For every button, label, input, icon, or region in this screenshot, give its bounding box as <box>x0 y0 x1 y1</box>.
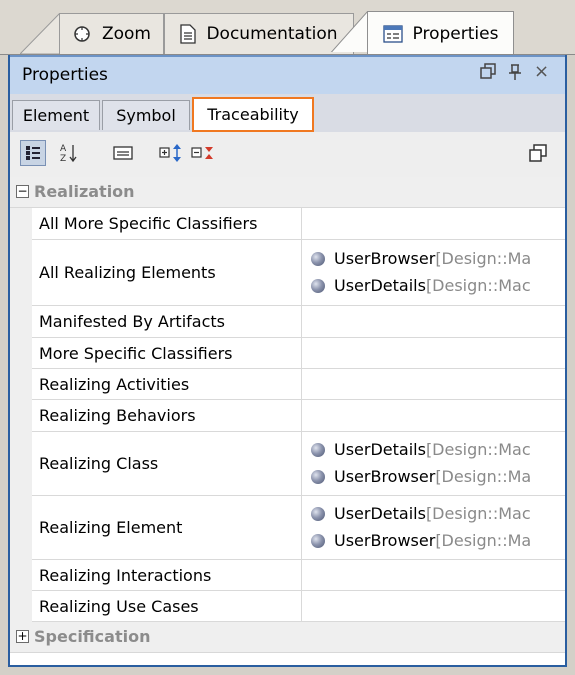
property-row[interactable]: Realizing Element UserDetails [Design::M… <box>32 496 565 560</box>
value-item[interactable]: UserDetails [Design::Mac <box>311 276 531 295</box>
tab-documentation-label: Documentation <box>206 24 338 44</box>
property-name: All Realizing Elements <box>32 240 302 305</box>
property-value[interactable]: UserDetails [Design::Mac UserBrowser [De… <box>303 432 565 495</box>
description-toggle-icon[interactable] <box>110 140 136 166</box>
property-name: Realizing Activities <box>32 369 302 399</box>
property-name: Realizing Class <box>32 432 302 495</box>
tab-zoom-label: Zoom <box>101 24 151 44</box>
tab-edge-decoration <box>20 13 60 54</box>
restore-icon[interactable] <box>480 63 496 84</box>
property-name: Realizing Element <box>32 496 302 559</box>
property-row[interactable]: Realizing Behaviors <box>32 400 565 432</box>
zoom-icon <box>72 24 92 44</box>
property-name: All More Specific Classifiers <box>32 208 302 239</box>
class-icon <box>311 506 325 521</box>
panel-title: Properties <box>22 65 108 85</box>
property-row[interactable]: Realizing Interactions <box>32 560 565 591</box>
class-icon <box>311 469 325 484</box>
property-row[interactable]: All More Specific Classifiers <box>32 208 565 240</box>
value-name: UserBrowser <box>334 467 436 486</box>
property-value[interactable] <box>303 338 565 368</box>
value-path: [Design::Mac <box>425 276 531 295</box>
value-path: [Design::Ma <box>435 467 532 486</box>
subtab-symbol[interactable]: Symbol <box>102 100 190 130</box>
property-row[interactable]: Realizing Activities <box>32 369 565 400</box>
document-icon <box>180 24 197 44</box>
property-value[interactable]: UserDetails [Design::Mac UserBrowser [De… <box>303 496 565 559</box>
property-value[interactable] <box>303 400 565 431</box>
group-realization-label: Realization <box>34 182 135 201</box>
grid-indent-strip <box>10 208 32 650</box>
value-item[interactable]: UserBrowser [Design::Ma <box>311 249 531 268</box>
close-icon[interactable]: × <box>534 61 549 82</box>
value-name: UserBrowser <box>334 531 436 550</box>
property-name: Manifested By Artifacts <box>32 306 302 337</box>
value-item[interactable]: UserDetails [Design::Mac <box>311 440 531 459</box>
value-path: [Design::Mac <box>425 504 531 523</box>
pin-icon[interactable] <box>508 63 522 86</box>
svg-text:A: A <box>60 144 67 154</box>
properties-panel: Properties × Element Symbol Traceability… <box>8 55 567 667</box>
value-name: UserDetails <box>334 276 426 295</box>
sort-alphabetical-icon[interactable]: AZ <box>56 140 82 166</box>
property-row[interactable]: Manifested By Artifacts <box>32 306 565 338</box>
properties-toolbar: AZ <box>10 132 565 178</box>
active-tab-edge-decoration <box>330 11 368 52</box>
property-row[interactable]: All Realizing Elements UserBrowser [Desi… <box>32 240 565 306</box>
group-realization[interactable]: − Realization <box>10 177 565 208</box>
window-tab-bar: Zoom Documentation Properties <box>0 0 575 56</box>
property-name: Realizing Interactions <box>32 560 302 590</box>
property-value[interactable] <box>303 306 565 337</box>
class-icon <box>311 442 325 457</box>
subtab-bar: Element Symbol Traceability <box>10 94 565 133</box>
property-row[interactable]: More Specific Classifiers <box>32 338 565 369</box>
class-icon <box>311 278 325 293</box>
expand-all-icon[interactable] <box>158 140 184 166</box>
value-name: UserDetails <box>334 504 426 523</box>
properties-icon <box>382 25 403 43</box>
property-row[interactable]: Realizing Use Cases <box>32 591 565 622</box>
expand-icon[interactable]: + <box>16 630 29 643</box>
tab-documentation[interactable]: Documentation <box>164 13 354 54</box>
class-icon <box>311 251 325 266</box>
new-window-icon[interactable] <box>525 140 551 166</box>
value-path: [Design::Ma <box>435 249 532 268</box>
value-path: [Design::Mac <box>425 440 531 459</box>
property-row[interactable]: Realizing Class UserDetails [Design::Mac… <box>32 432 565 496</box>
tab-zoom[interactable]: Zoom <box>59 13 164 54</box>
group-specification[interactable]: + Specification <box>10 622 565 653</box>
panel-title-bar: Properties × <box>10 55 565 94</box>
group-specification-label: Specification <box>34 627 151 646</box>
property-value[interactable]: UserBrowser [Design::Ma UserDetails [Des… <box>303 240 565 305</box>
value-path: [Design::Ma <box>435 531 532 550</box>
value-item[interactable]: UserBrowser [Design::Ma <box>311 467 531 486</box>
tab-properties[interactable]: Properties <box>367 11 514 56</box>
property-name: Realizing Behaviors <box>32 400 302 431</box>
value-name: UserDetails <box>334 440 426 459</box>
value-name: UserBrowser <box>334 249 436 268</box>
property-value[interactable] <box>303 208 565 239</box>
properties-window: Zoom Documentation Properties Properties <box>0 0 575 675</box>
subtab-element[interactable]: Element <box>12 100 100 130</box>
collapse-icon[interactable]: − <box>16 185 29 198</box>
categorized-view-icon[interactable] <box>20 140 46 166</box>
value-item[interactable]: UserBrowser [Design::Ma <box>311 531 531 550</box>
collapse-all-icon[interactable] <box>190 140 216 166</box>
value-item[interactable]: UserDetails [Design::Mac <box>311 504 531 523</box>
property-value[interactable] <box>303 369 565 399</box>
property-value[interactable] <box>303 560 565 590</box>
subtab-traceability[interactable]: Traceability <box>192 97 314 132</box>
property-name: Realizing Use Cases <box>32 591 302 621</box>
property-name: More Specific Classifiers <box>32 338 302 368</box>
tab-properties-label: Properties <box>412 24 499 44</box>
svg-text:Z: Z <box>60 154 66 163</box>
class-icon <box>311 533 325 548</box>
property-value[interactable] <box>303 591 565 621</box>
